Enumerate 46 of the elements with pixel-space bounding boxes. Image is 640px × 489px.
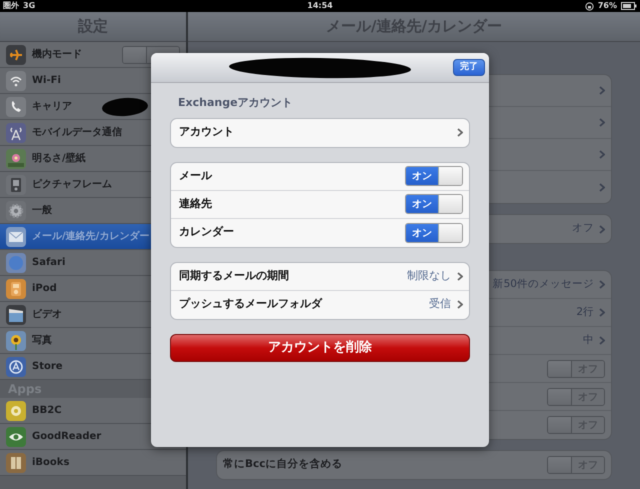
toggle-switch[interactable]: オン — [405, 194, 463, 214]
delete-account-button[interactable]: アカウントを削除 — [170, 334, 470, 362]
chevron-icon — [599, 86, 605, 95]
setting-value: オフ — [572, 221, 594, 236]
toggle-switch[interactable]: オン — [405, 166, 463, 186]
store-icon — [6, 356, 26, 376]
gear-icon — [6, 200, 26, 220]
settings-row[interactable]: 同期するメールの期間 制限なし — [171, 262, 469, 290]
flower-icon — [6, 148, 26, 168]
redaction-mark — [101, 96, 149, 118]
chevron-icon — [599, 336, 605, 345]
eye-icon — [6, 426, 26, 446]
chevron-icon — [457, 300, 463, 309]
clapperboard-icon — [6, 304, 26, 324]
chevron-icon — [599, 150, 605, 159]
sunflower-icon — [6, 330, 26, 350]
toggle-switch[interactable]: オン — [405, 222, 463, 242]
picture-frame-icon — [6, 174, 26, 194]
battery-icon — [620, 2, 637, 10]
envelope-icon — [6, 226, 26, 246]
book-icon — [6, 452, 26, 472]
chevron-icon — [599, 308, 605, 317]
chevron-icon — [457, 128, 463, 137]
setting-value: 2行 — [576, 304, 594, 320]
chevron-icon — [457, 272, 463, 280]
setting-label: 常にBccに自分を含める — [223, 457, 342, 472]
chevron-icon — [599, 182, 605, 192]
chevron-icon — [599, 280, 605, 289]
chevron-icon — [599, 224, 605, 234]
airplane-icon — [6, 44, 26, 64]
rotation-lock-icon — [584, 2, 594, 10]
antenna-icon — [6, 122, 26, 142]
music-player-icon — [6, 278, 26, 298]
battery-percent: 76% — [598, 0, 617, 12]
done-button[interactable]: 完了 — [453, 59, 485, 76]
carrier-name: 圏外 — [3, 0, 19, 12]
chevron-icon — [599, 118, 605, 127]
setting-value: 中 — [583, 332, 594, 348]
sidebar-item[interactable]: iBooks — [0, 450, 186, 476]
phone-icon — [6, 96, 26, 116]
wifi-icon — [6, 70, 26, 90]
app-icon — [6, 400, 26, 420]
network-type: 3G — [23, 0, 36, 12]
settings-row[interactable]: アカウント — [171, 118, 469, 146]
setting-value: 新50件のメッセージ — [492, 276, 594, 292]
clock-time: 14:54 — [307, 1, 333, 10]
